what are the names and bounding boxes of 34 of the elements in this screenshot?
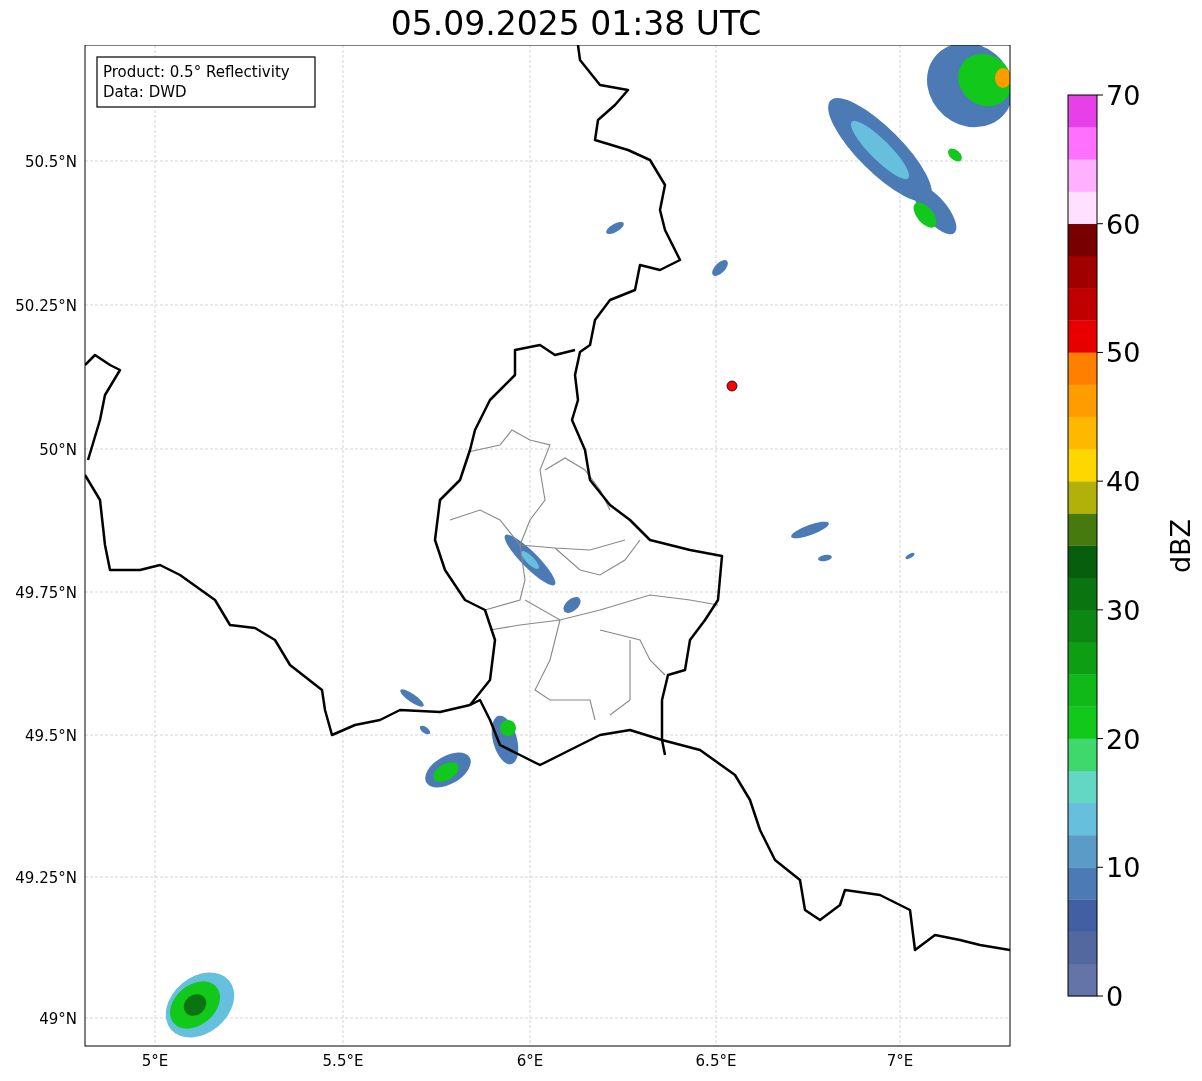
legend-text: Data: DWD xyxy=(103,83,187,101)
latitude-label: 49°N xyxy=(39,1010,77,1028)
latitude-label: 49.75°N xyxy=(15,584,77,602)
radar-echo xyxy=(791,521,829,539)
latitude-label: 49.25°N xyxy=(15,869,77,887)
longitude-label: 5.5°E xyxy=(322,1052,364,1070)
radar-echo xyxy=(563,597,581,613)
colorbar-tick-label: 0 xyxy=(1106,981,1124,1012)
colorbar-tick-label: 10 xyxy=(1106,852,1141,884)
colorbar-tick-label: 30 xyxy=(1106,594,1141,626)
radar-echo xyxy=(818,554,832,562)
latitude-label: 50°N xyxy=(39,441,77,459)
latitude-label: 50.25°N xyxy=(15,297,77,315)
radar-echo xyxy=(948,148,962,162)
longitude-label: 6.5°E xyxy=(695,1052,737,1070)
radar-echo xyxy=(419,725,431,735)
latitude-label: 49.5°N xyxy=(24,727,77,745)
radar-echo xyxy=(712,260,728,276)
latitude-label: 50.5°N xyxy=(24,153,77,171)
radar-echo xyxy=(606,221,624,235)
colorbar-tick-label: 70 xyxy=(1106,80,1141,111)
radar-echo xyxy=(905,552,915,560)
colorbar-label: dBZ xyxy=(1165,518,1196,574)
longitude-label: 7°E xyxy=(886,1052,914,1070)
colorbar-tick-label: 20 xyxy=(1106,723,1141,755)
longitude-label: 5°E xyxy=(141,1052,169,1070)
colorbar-tick-label: 40 xyxy=(1106,466,1141,498)
legend-text: Product: 0.5° Reflectivity xyxy=(103,63,290,81)
radar-echo xyxy=(400,689,424,707)
colorbar-tick-label: 60 xyxy=(1106,208,1141,240)
radar-site-marker xyxy=(726,380,738,392)
colorbar-tick-label: 50 xyxy=(1106,337,1141,369)
longitude-label: 6°E xyxy=(516,1052,544,1070)
chart-title: 05.09.2025 01:38 UTC xyxy=(389,3,763,45)
